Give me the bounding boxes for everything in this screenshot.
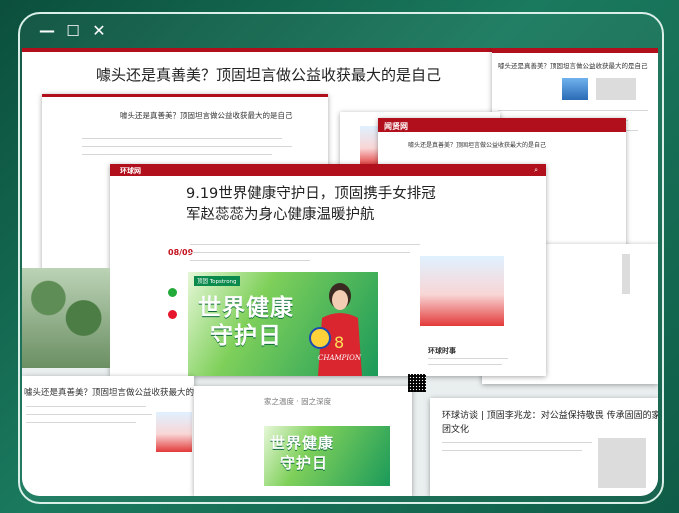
team-photo (156, 412, 192, 452)
article-page-bottom-left: 噱头还是真善美？顶固坦言做公益收获最大的是自己 (22, 376, 194, 496)
hero-subheading: 守护日 (210, 323, 282, 349)
tree-photo (22, 268, 110, 368)
article-title: 噱头还是真善美？顶固坦言做公益收获最大的是自己 (120, 111, 293, 120)
minimize-button[interactable]: — (38, 22, 56, 40)
sidebar-heading: 环球时事 (428, 347, 456, 355)
hero-subheading: 守护日 (280, 454, 329, 472)
hero-banner: 世界健康 守护日 (264, 426, 390, 486)
hero-tag: CHAMPION (318, 354, 362, 362)
thumbnail (596, 78, 636, 100)
site-logo: 环球网 (120, 167, 141, 175)
hero-banner: 顶固 Topstrong 世界健康 守护日 8 CHAMPION (188, 272, 378, 376)
article-page-bottom-mid: 家之温度 · 固之深度 世界健康 守护日 (194, 386, 412, 496)
sidebar-block (598, 438, 646, 488)
collage-canvas: 噱头还是真善美？顶固坦言做公益收获最大的是自己 噱头还是真善美？顶固坦言做公益收… (22, 48, 658, 496)
close-button[interactable]: ✕ (90, 22, 108, 40)
article-page-bottom-right: 环球访谈 | 顶固李兆龙：对公益保持敬畏 传承固固的家文化 团文化 (430, 398, 658, 496)
scrollbar[interactable] (622, 254, 630, 294)
search-icon[interactable]: ⌕ (534, 166, 538, 175)
hero-brand: 顶固 Topstrong (194, 276, 240, 286)
hero-heading: 世界健康 (270, 434, 335, 452)
article-title: 噱头还是真善美？顶固坦言做公益收获最大的是自己 (408, 142, 547, 149)
article-title: 噱头还是真善美？顶固坦言做公益收获最大的是自己 (498, 62, 648, 70)
qr-code (408, 374, 426, 392)
thumbnail (562, 78, 588, 100)
article-title: 环球访谈 | 顶固李兆龙：对公益保持敬畏 传承固固的家文化 (442, 411, 658, 421)
weibo-icon[interactable] (168, 310, 177, 319)
svg-text:8: 8 (334, 333, 344, 352)
article-title-continued: 团文化 (442, 425, 470, 435)
article-title: 噱头还是真善美？顶固坦言做公益收获最大的是自己 (24, 388, 194, 398)
slogan: 家之温度 · 固之深度 (264, 397, 332, 406)
maximize-button[interactable]: ☐ (64, 22, 82, 40)
wechat-icon[interactable] (168, 288, 177, 297)
team-photo (420, 256, 504, 326)
article-page-main: 环球网 ⌕ 9.19世界健康守护日，顶固携手女排冠军赵蕊蕊为身心健康温暖护航 0… (110, 164, 546, 376)
site-logo: 闻贤网 (384, 122, 408, 131)
article-title: 9.19世界健康守护日，顶固携手女排冠军赵蕊蕊为身心健康温暖护航 (186, 186, 436, 223)
article-title: 噱头还是真善美？顶固坦言做公益收获最大的是自己 (96, 66, 442, 84)
